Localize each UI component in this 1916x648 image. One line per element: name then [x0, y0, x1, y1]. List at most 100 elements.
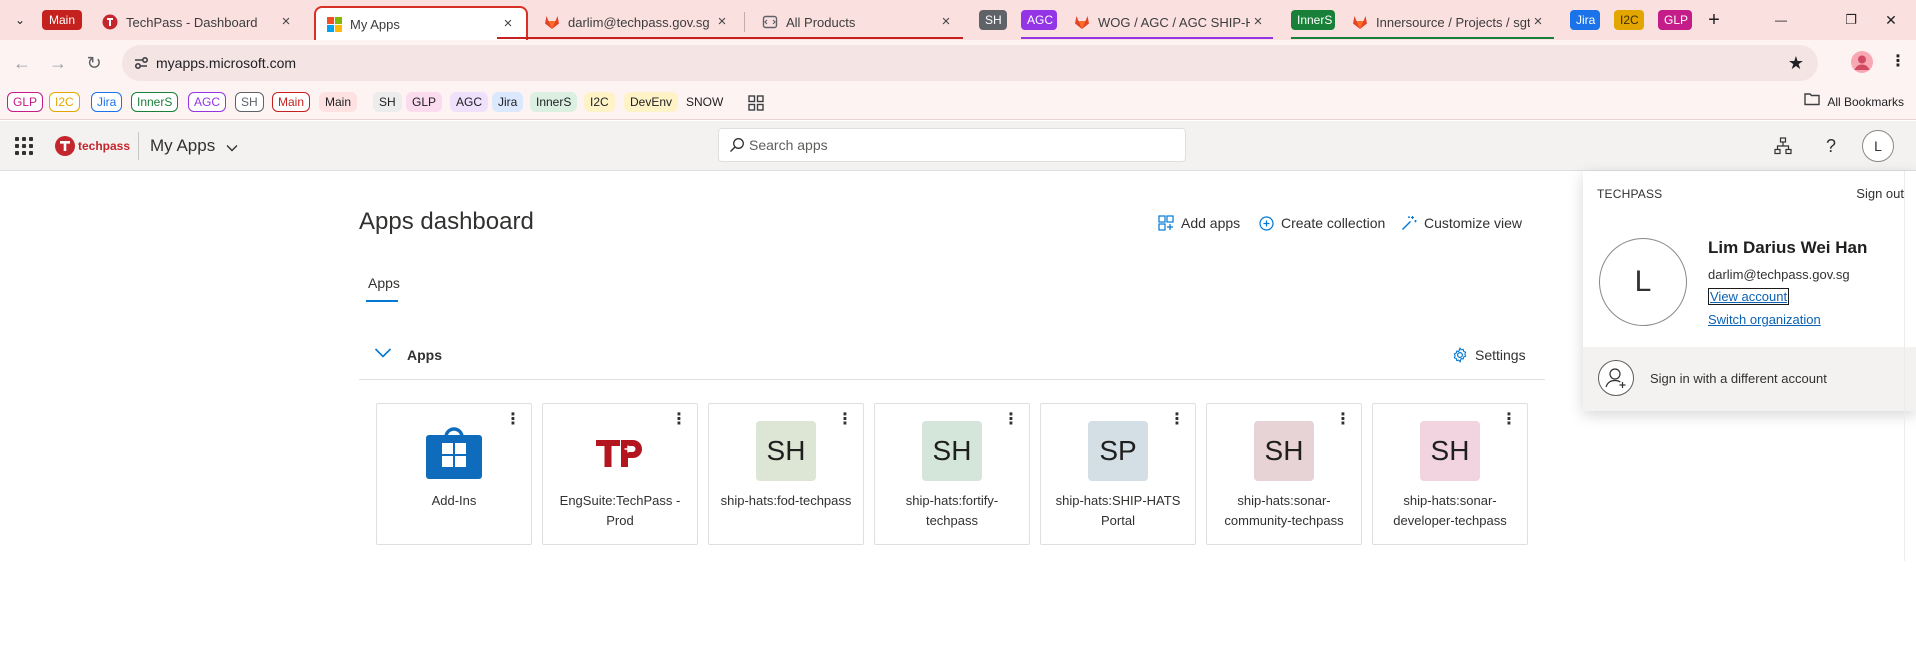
app-name: ship-hats:SHIP-HATS Portal [1055, 493, 1181, 528]
minimize-window-button[interactable]: — [1766, 10, 1796, 30]
settings-label: Settings [1475, 347, 1526, 363]
tab-apps[interactable]: Apps [368, 273, 400, 293]
bookmark-jira[interactable]: Jira [492, 92, 524, 112]
tab-title: Innersource / Projects / sgts [1376, 14, 1530, 30]
section-divider [359, 379, 1545, 380]
tab-techpass-dashboard[interactable]: TechPass - Dashboard × [92, 6, 304, 38]
bookmark-devenv[interactable]: DevEnv [624, 92, 679, 112]
page-title: Apps dashboard [359, 208, 534, 235]
switch-organization-link[interactable]: Switch organization [1708, 312, 1821, 327]
app-tile[interactable]: ⋮ SH ship-hats:fod-techpass [708, 403, 864, 545]
folder-icon [1804, 92, 1821, 112]
apps-grid-bookmark-icon[interactable] [748, 95, 764, 111]
app-tile[interactable]: ⋮ SP ship-hats:SHIP-HATS Portal [1040, 403, 1196, 545]
chevron-down-icon [226, 134, 238, 160]
view-account-link[interactable]: View account [1708, 288, 1790, 305]
more-options-icon[interactable]: ⋮ [1335, 412, 1351, 428]
bookmark-i2c[interactable]: I2C [49, 92, 80, 112]
tab-group-glp[interactable]: GLP [1658, 10, 1692, 30]
chevron-down-icon[interactable] [374, 346, 392, 364]
search-apps-input[interactable] [749, 129, 1169, 161]
bookmark-agc[interactable]: AGC [188, 92, 227, 112]
more-options-icon[interactable]: ⋮ [837, 412, 853, 428]
tab-innersource-projects[interactable]: Innersource / Projects / sgts × [1342, 6, 1556, 38]
bookmark-glp[interactable]: GLP [7, 92, 44, 112]
tab-all-products[interactable]: All Products × [752, 6, 964, 38]
tab-group-inners[interactable]: InnerS [1291, 10, 1335, 30]
section-settings-button[interactable]: Settings [1452, 344, 1526, 366]
tab-my-apps[interactable]: My Apps × [314, 6, 528, 40]
browser-menu-icon[interactable]: ⋮ [1888, 50, 1908, 74]
bookmark-i2c[interactable]: I2C [584, 92, 615, 112]
restore-window-button[interactable]: ❐ [1836, 10, 1866, 30]
app-title-switcher[interactable]: My Apps [150, 133, 238, 160]
close-icon[interactable]: × [938, 14, 954, 30]
bookmark-inners[interactable]: InnerS [131, 92, 179, 112]
store-bag-icon [424, 421, 484, 481]
more-options-icon[interactable]: ⋮ [1169, 412, 1185, 428]
sign-out-button[interactable]: Sign out [1856, 186, 1904, 201]
tab-group-agc[interactable]: AGC [1021, 10, 1057, 30]
tab-group-jira[interactable]: Jira [1570, 10, 1600, 30]
app-name: ship-hats:sonar-developer-techpass [1393, 493, 1507, 528]
app-name: ship-hats:sonar-community-techpass [1224, 493, 1344, 528]
help-icon[interactable]: ? [1819, 134, 1843, 158]
gitlab-icon [1074, 14, 1090, 30]
bookmark-sh[interactable]: SH [235, 92, 264, 112]
forward-button[interactable]: → [44, 49, 72, 77]
new-tab-button[interactable]: + [1702, 8, 1726, 32]
tab-wog-agc[interactable]: WOG / AGC / AGC SHIP-HATS × [1064, 6, 1276, 38]
more-options-icon[interactable]: ⋮ [505, 412, 521, 428]
bookmark-main[interactable]: Main [272, 92, 311, 112]
app-initials-tile: SH [1254, 421, 1314, 481]
customize-view-button[interactable]: Customize view [1401, 212, 1522, 234]
tab-group-main[interactable]: Main [42, 10, 82, 30]
tab-group-i2c[interactable]: I2C [1614, 10, 1644, 30]
different-account-button[interactable]: Sign in with a different account [1583, 347, 1916, 411]
bookmark-glp[interactable]: GLP [406, 92, 443, 112]
close-icon[interactable]: × [278, 14, 294, 30]
app-tile[interactable]: ⋮ SH ship-hats:fortify-techpass [874, 403, 1030, 545]
more-options-icon[interactable]: ⋮ [1501, 412, 1517, 428]
org-chart-icon[interactable] [1771, 134, 1795, 158]
close-window-button[interactable]: ✕ [1876, 10, 1906, 30]
app-tile[interactable]: ⋮ SH ship-hats:sonar-community-techpass [1206, 403, 1362, 545]
bookmark-main[interactable]: Main [319, 92, 358, 112]
tab-title: All Products [786, 14, 856, 30]
close-icon[interactable]: × [1530, 14, 1546, 30]
bookmark-inners[interactable]: InnerS [530, 92, 578, 112]
techpass-logo[interactable]: techpass [54, 133, 130, 159]
address-bar[interactable]: myapps.microsoft.com ★ [122, 45, 1818, 81]
close-icon[interactable]: × [1250, 14, 1266, 30]
bookmark-agc[interactable]: AGC [450, 92, 489, 112]
bookmarks-bar: All Bookmarks GLP I2C Jira InnerS AGC SH Main M… [0, 86, 1916, 120]
close-icon[interactable]: × [500, 16, 516, 32]
app-tile[interactable]: ⋮ EngSuite:TechPass - Prod [542, 403, 698, 545]
bookmark-star-icon[interactable]: ★ [1788, 45, 1804, 81]
scrollbar-track[interactable] [1904, 171, 1916, 561]
more-options-icon[interactable]: ⋮ [671, 412, 687, 428]
header-avatar[interactable]: L [1862, 130, 1894, 162]
add-apps-button[interactable]: Add apps [1158, 212, 1240, 234]
account-flyout: TECHPASS Sign out L Lim Darius Wei Han d… [1583, 171, 1916, 411]
all-bookmarks-button[interactable]: All Bookmarks [1804, 92, 1904, 112]
app-tile[interactable]: ⋮ Add-Ins [376, 403, 532, 545]
profile-avatar-icon[interactable] [1851, 51, 1873, 73]
create-collection-button[interactable]: Create collection [1259, 212, 1385, 234]
tab-group-sh[interactable]: SH [979, 10, 1007, 30]
site-info-icon[interactable] [132, 54, 150, 72]
reload-button[interactable]: ↻ [80, 49, 108, 77]
bookmark-snow[interactable]: SNOW [686, 92, 723, 112]
bookmark-jira[interactable]: Jira [91, 92, 123, 112]
tab-gitlab-darlim[interactable]: darlim@techpass.gov.sg · SS × [534, 6, 740, 38]
section-title[interactable]: Apps [407, 345, 442, 365]
search-apps-box[interactable] [718, 128, 1186, 162]
app-tile[interactable]: ⋮ SH ship-hats:sonar-developer-techpass [1372, 403, 1528, 545]
back-button[interactable]: ← [8, 49, 36, 77]
more-options-icon[interactable]: ⋮ [1003, 412, 1019, 428]
close-icon[interactable]: × [714, 14, 730, 30]
bookmark-sh[interactable]: SH [373, 92, 402, 112]
tab-search-icon[interactable]: ⌄ [10, 10, 30, 30]
app-launcher-icon[interactable] [12, 134, 34, 156]
myapps-header: techpass My Apps ? L [0, 121, 1916, 171]
